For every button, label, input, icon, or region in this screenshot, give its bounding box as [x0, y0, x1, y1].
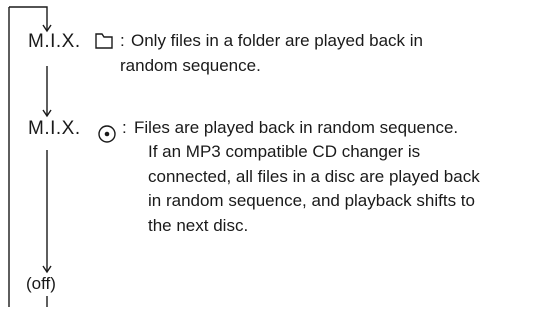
- separator: :: [120, 31, 125, 50]
- mode-description-line: Only files in a folder are played back i…: [131, 31, 423, 50]
- off-label: (off): [26, 274, 56, 293]
- mode-description-line: the next disc.: [148, 216, 249, 235]
- folder-icon: [95, 33, 113, 49]
- mode-description-line: random sequence.: [120, 56, 261, 75]
- separator: :: [122, 118, 127, 137]
- mode-description-line: connected, all files in a disc are playe…: [148, 167, 480, 186]
- mode-description-line: If an MP3 compatible CD changer is: [148, 142, 421, 161]
- loop-top-line: [9, 6, 48, 30]
- mix-mode-cycle-diagram: M.I.X. : Only files in a folder are play…: [0, 0, 538, 307]
- disc-icon: [98, 125, 116, 143]
- mode-description-line: Files are played back in random sequence…: [134, 118, 459, 137]
- mix-label: M.I.X.: [28, 118, 81, 139]
- mix-label: M.I.X.: [28, 31, 81, 52]
- mode-description-line: in random sequence, and playback shifts …: [148, 191, 475, 210]
